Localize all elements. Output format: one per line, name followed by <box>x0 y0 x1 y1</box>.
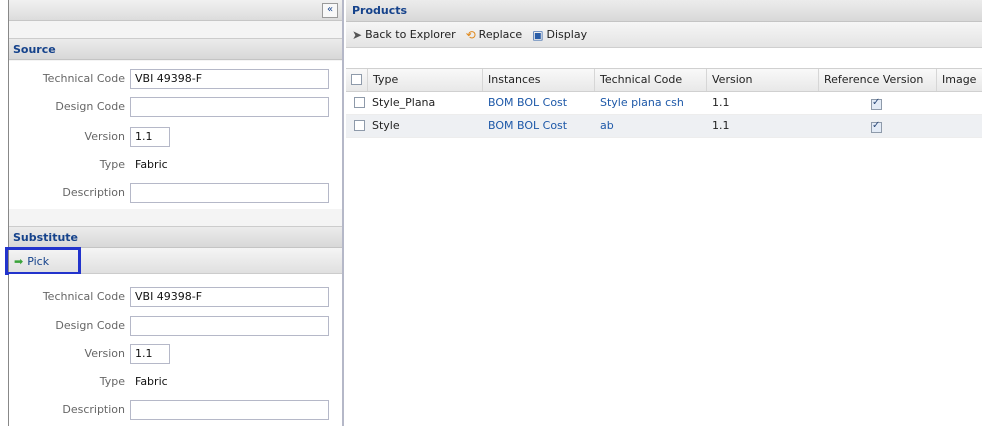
column-header-version[interactable]: Version <box>707 69 819 91</box>
substitute-toolbar: ➡ Pick <box>5 247 342 275</box>
column-header-image[interactable]: Image <box>937 69 982 91</box>
source-design-code-label: Design Code <box>55 100 125 113</box>
source-type-row: Type Fabric <box>9 155 342 177</box>
source-description-label: Description <box>62 186 125 199</box>
substitute-design-code-row: Design Code <box>9 316 342 338</box>
substitute-section-header: Substitute <box>9 226 342 248</box>
collapse-bar: « <box>9 0 342 21</box>
table-row[interactable]: Style BOM BOL Cost ab 1.1 <box>346 115 982 138</box>
substitute-type-row: Type Fabric <box>9 372 342 394</box>
cell-instances-link[interactable]: BOM BOL Cost <box>488 115 567 137</box>
collapse-panel-button[interactable]: « <box>322 3 338 18</box>
app-frame: « Source Technical Code VBI 49398-F Desi… <box>5 0 982 426</box>
replace-label: Replace <box>478 28 523 41</box>
back-to-explorer-button[interactable]: ➤ Back to Explorer <box>352 28 456 42</box>
column-header-instances[interactable]: Instances <box>483 69 595 91</box>
cell-type: Style_Plana <box>372 96 436 109</box>
select-all-cell <box>346 69 368 91</box>
substitute-description-field[interactable] <box>130 400 329 420</box>
substitute-version-field[interactable]: 1.1 <box>130 344 170 364</box>
substitute-version-label: Version <box>84 347 125 360</box>
source-type-label: Type <box>99 158 125 171</box>
substitute-technical-code-label: Technical Code <box>42 290 125 303</box>
source-version-row: Version 1.1 <box>9 127 342 149</box>
substitute-design-code-label: Design Code <box>55 319 125 332</box>
source-form: Technical Code VBI 49398-F Design Code V… <box>9 61 342 209</box>
column-header-type[interactable]: Type <box>368 69 483 91</box>
source-design-code-row: Design Code <box>9 97 342 119</box>
source-technical-code-field[interactable]: VBI 49398-F <box>130 69 329 89</box>
pick-button-label: Pick <box>27 254 50 268</box>
green-arrow-icon: ➡ <box>14 254 24 268</box>
source-technical-code-row: Technical Code VBI 49398-F <box>9 69 342 91</box>
substitute-technical-code-row: Technical Code VBI 49398-F <box>9 287 342 309</box>
products-grid-header: Type Instances Technical Code Version Re… <box>346 68 982 92</box>
reference-version-checkbox[interactable] <box>871 97 882 110</box>
pick-button[interactable]: ➡ Pick <box>5 247 81 275</box>
substitute-description-row: Description <box>9 400 342 422</box>
cell-version: 1.1 <box>712 96 730 109</box>
row-select-checkbox[interactable] <box>354 120 365 131</box>
source-version-label: Version <box>84 130 125 143</box>
select-all-checkbox[interactable] <box>351 74 362 85</box>
source-technical-code-label: Technical Code <box>42 72 125 85</box>
substitute-type-label: Type <box>99 375 125 388</box>
column-header-reference-version[interactable]: Reference Version <box>819 69 937 91</box>
substitute-technical-code-field[interactable]: VBI 49398-F <box>130 287 329 307</box>
source-description-field[interactable] <box>130 183 329 203</box>
row-select-checkbox[interactable] <box>354 97 365 108</box>
substitute-form: Technical Code VBI 49398-F Design Code V… <box>9 274 342 426</box>
reference-version-checkbox[interactable] <box>871 120 882 133</box>
display-icon: ▣ <box>532 27 544 42</box>
back-arrow-icon: ➤ <box>352 27 363 42</box>
source-type-field[interactable]: Fabric <box>130 155 329 175</box>
replace-button[interactable]: ⟲ Replace <box>466 28 523 42</box>
cell-version: 1.1 <box>712 119 730 132</box>
back-to-explorer-label: Back to Explorer <box>365 28 456 41</box>
products-header: Products <box>346 0 982 22</box>
left-panel: « Source Technical Code VBI 49398-F Desi… <box>5 0 344 426</box>
cell-technical-code-link[interactable]: Style plana csh <box>600 92 684 114</box>
display-label: Display <box>546 28 588 41</box>
column-header-technical-code[interactable]: Technical Code <box>595 69 707 91</box>
source-design-code-field[interactable] <box>130 97 329 117</box>
substitute-design-code-field[interactable] <box>130 316 329 336</box>
display-button[interactable]: ▣ Display <box>532 28 587 42</box>
source-description-row: Description <box>9 183 342 205</box>
substitute-description-label: Description <box>62 403 125 416</box>
products-panel: Products ➤ Back to Explorer ⟲ Replace ▣ … <box>346 0 982 426</box>
cell-technical-code-link[interactable]: ab <box>600 115 614 137</box>
substitute-type-field[interactable]: Fabric <box>130 372 329 392</box>
products-toolbar: ➤ Back to Explorer ⟲ Replace ▣ Display <box>346 22 982 48</box>
replace-icon: ⟲ <box>465 27 476 42</box>
table-row[interactable]: Style_Plana BOM BOL Cost Style plana csh… <box>346 92 982 115</box>
cell-type: Style <box>372 119 400 132</box>
substitute-version-row: Version 1.1 <box>9 344 342 366</box>
source-section-header: Source <box>9 38 342 60</box>
cell-instances-link[interactable]: BOM BOL Cost <box>488 92 567 114</box>
source-version-field[interactable]: 1.1 <box>130 127 170 147</box>
